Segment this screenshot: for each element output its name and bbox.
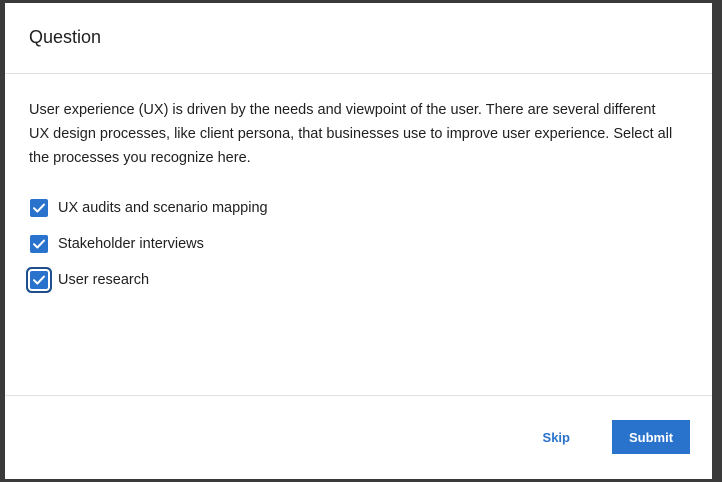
question-dialog: Question User experience (UX) is driven … [5, 3, 712, 479]
checkmark-icon [33, 203, 45, 213]
option-stakeholder-interviews[interactable]: Stakeholder interviews [29, 226, 686, 262]
user-research-checkbox[interactable] [30, 271, 48, 289]
option-ux-audits[interactable]: UX audits and scenario mapping [29, 190, 686, 226]
dialog-footer: Skip Submit [5, 396, 712, 478]
skip-button[interactable]: Skip [523, 420, 590, 454]
stakeholder-interviews-checkbox[interactable] [30, 235, 48, 253]
option-label: User research [58, 272, 150, 288]
ux-audits-checkbox[interactable] [30, 199, 48, 217]
dialog-title: Question [29, 26, 102, 47]
option-user-research[interactable]: User research [29, 262, 686, 298]
option-label: Stakeholder interviews [58, 236, 204, 252]
checkmark-icon [33, 239, 45, 249]
dialog-header: Question [5, 3, 712, 74]
dialog-body: User experience (UX) is driven by the ne… [5, 74, 712, 396]
submit-button[interactable]: Submit [612, 420, 690, 454]
question-prompt: User experience (UX) is driven by the ne… [29, 102, 673, 166]
checkmark-icon [33, 275, 45, 285]
option-label: UX audits and scenario mapping [58, 200, 268, 216]
